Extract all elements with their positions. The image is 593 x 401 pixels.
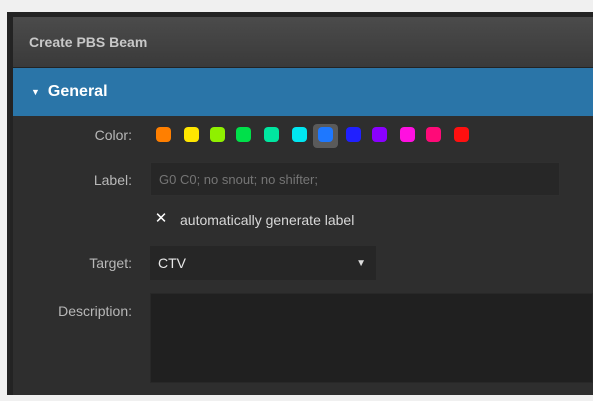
section-title: General [47, 83, 108, 100]
color-swatch[interactable] [372, 127, 387, 142]
color-label: Color: [94, 127, 132, 143]
section-header-general[interactable]: ▼ General [13, 68, 593, 116]
auto-label-checkbox[interactable]: ✕ [154, 211, 168, 226]
color-swatch[interactable] [156, 127, 171, 142]
description-input[interactable] [150, 293, 593, 383]
color-swatch[interactable] [236, 127, 251, 142]
collapse-triangle-icon[interactable]: ▼ [31, 87, 40, 97]
color-swatch[interactable] [292, 127, 307, 142]
color-swatch[interactable] [400, 127, 415, 142]
target-value: CTV [158, 255, 186, 271]
panel-title-bar: Create PBS Beam [13, 17, 593, 67]
color-swatch[interactable] [184, 127, 199, 142]
color-swatch[interactable] [210, 127, 225, 142]
color-swatch[interactable] [426, 127, 441, 142]
description-label: Description: [58, 303, 132, 319]
color-swatch[interactable] [264, 127, 279, 142]
target-label: Target: [89, 255, 132, 271]
dropdown-arrow-icon: ▼ [356, 257, 366, 269]
label-field-label: Label: [93, 172, 132, 188]
color-swatch[interactable] [346, 127, 361, 142]
auto-label-text[interactable]: automatically generate label [180, 212, 354, 228]
target-dropdown[interactable]: CTV ▼ [150, 246, 376, 280]
color-swatch[interactable] [454, 127, 469, 142]
color-swatch[interactable] [318, 127, 333, 142]
label-input[interactable] [150, 162, 560, 196]
panel-title: Create PBS Beam [29, 34, 148, 50]
